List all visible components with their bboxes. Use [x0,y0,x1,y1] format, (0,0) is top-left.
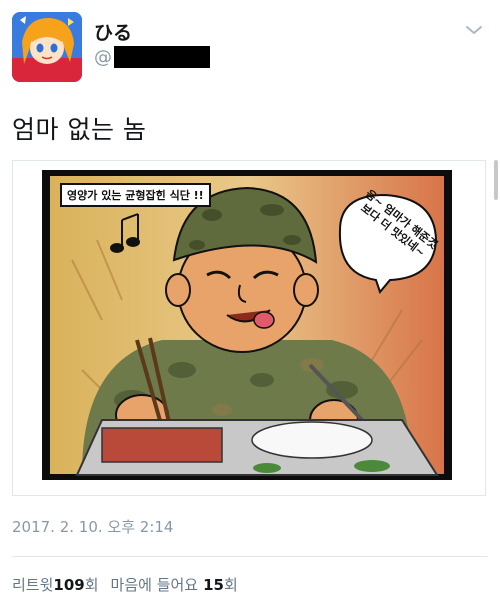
tweet-timestamp[interactable]: 2017. 2. 10. 오후 2:14 [12,516,173,537]
tweet-detail: ひる @ 엄마 없는 놈 영양가 있는 균형잡힌 식단 !! 음~ 엄마가 해준… [0,0,500,608]
divider [12,556,488,557]
tweet-text: 엄마 없는 놈 [12,115,147,144]
like-label[interactable]: 마음에 들어요 [111,574,199,595]
avatar[interactable] [12,12,82,82]
scrollbar[interactable] [494,160,498,200]
handle-redaction [114,46,210,68]
user-handle[interactable]: @ [94,46,210,68]
tweet-media[interactable]: 영양가 있는 균형잡힌 식단 !! 음~ 엄마가 해준것보다 더 맛있네~ [12,160,486,496]
retweet-label[interactable]: 리트윗 [12,574,53,595]
chevron-down-icon[interactable] [462,18,486,42]
comic-caption-title: 영양가 있는 균형잡힌 식단 !! [60,183,211,207]
handle-prefix: @ [94,46,112,68]
like-count[interactable]: 15 [203,576,224,594]
tweet-stats: 리트윗 109 회 마음에 들어요 15 회 [12,574,238,595]
avatar-image [12,12,82,82]
comic-image: 영양가 있는 균형잡힌 식단 !! 음~ 엄마가 해준것보다 더 맛있네~ [42,170,452,480]
display-name[interactable]: ひる [94,18,132,45]
retweet-count[interactable]: 109 [53,576,84,594]
retweet-unit: 회 [84,576,99,594]
like-unit: 회 [223,576,238,594]
